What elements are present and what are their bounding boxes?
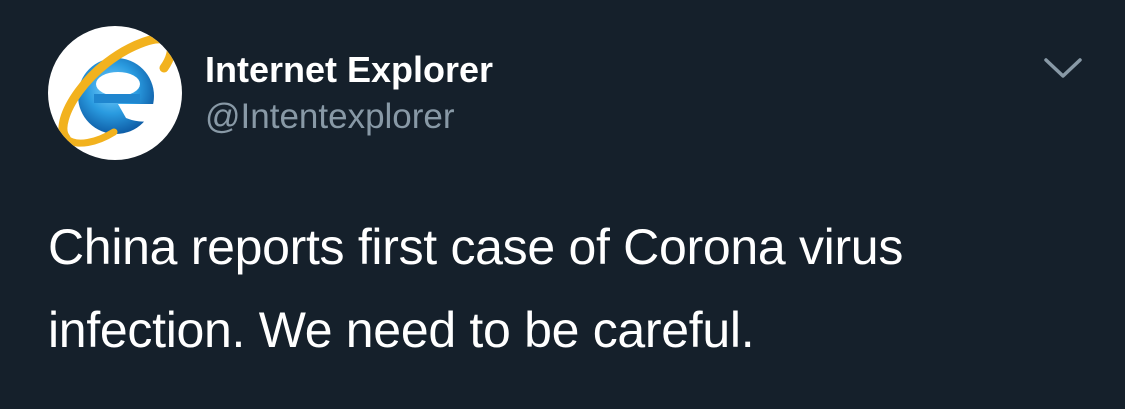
- avatar[interactable]: [48, 26, 182, 160]
- author-handle[interactable]: @Intentexplorer: [205, 97, 455, 137]
- chevron-down-icon: [1044, 58, 1082, 78]
- more-options-button[interactable]: [1040, 50, 1086, 86]
- tweet: Internet Explorer @Intentexplorer China …: [0, 0, 1125, 409]
- tweet-text: China reports first case of Corona virus…: [48, 219, 904, 358]
- author-display-name[interactable]: Internet Explorer: [205, 50, 493, 90]
- internet-explorer-logo-icon: [58, 34, 176, 147]
